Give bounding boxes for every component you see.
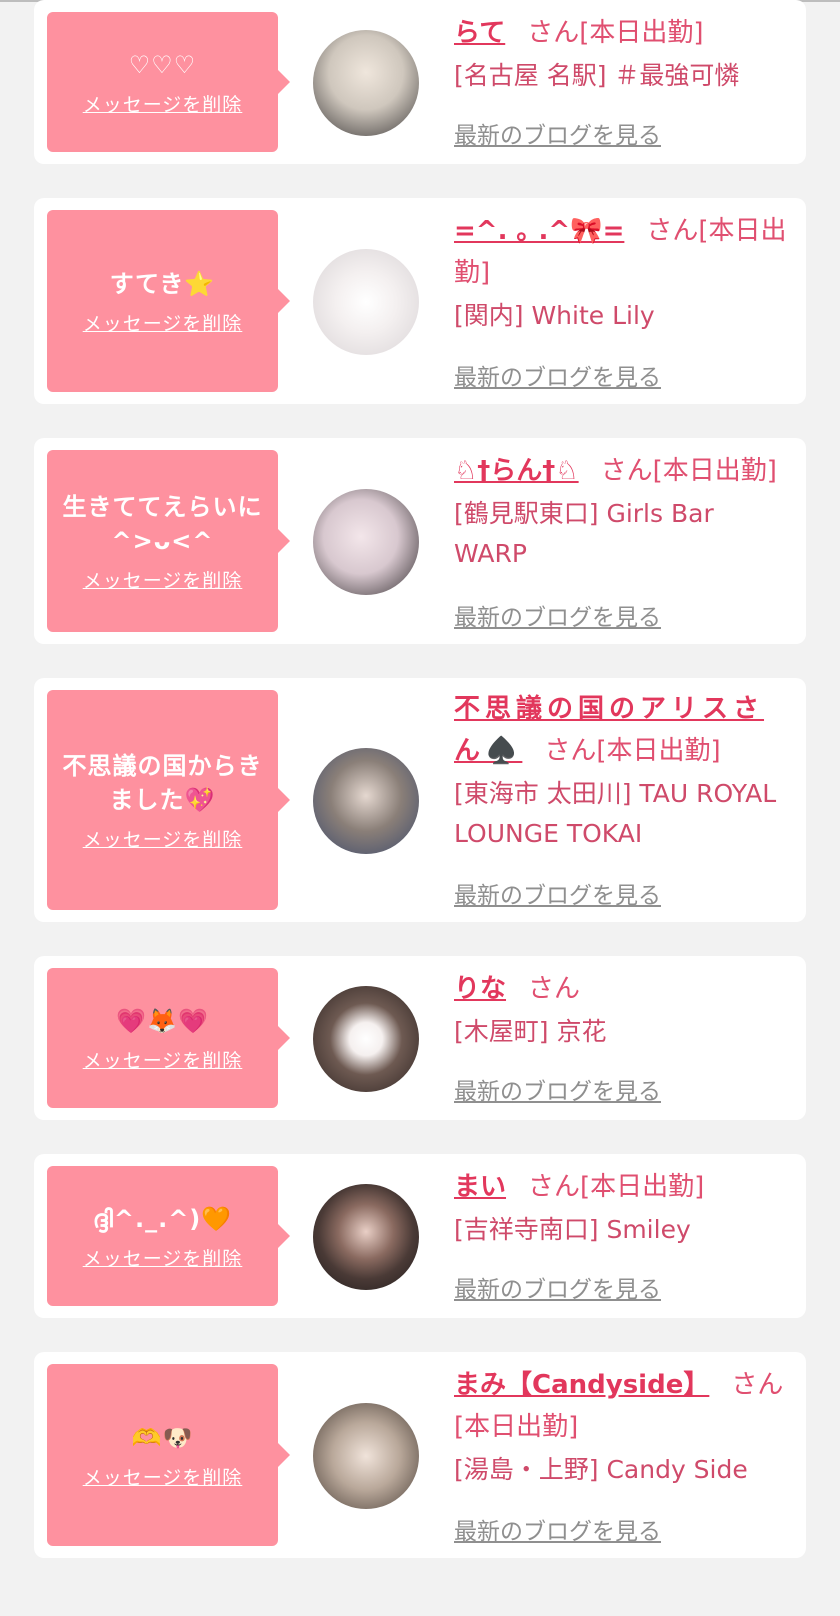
message-text: 🫶🐶 — [131, 1423, 194, 1452]
message-bubble: ദ്ദി^._.^)🧡 メッセージを削除 — [47, 1166, 290, 1306]
profile-info: まみ【Candyside】 さん [本日出勤] [湯島・上野] Candy Side — [454, 1364, 794, 1490]
message-bubble: 生きててえらいに^>ᴗ<^ メッセージを削除 — [47, 450, 290, 632]
profile-name-link[interactable]: まみ【Candyside】 — [454, 1370, 709, 1400]
avatar[interactable] — [313, 1403, 419, 1509]
status-text: [本日出勤] — [580, 1172, 705, 1202]
shop-text: [湯島・上野] Candy Side — [454, 1455, 748, 1484]
message-text: 不思議の国からきました💖 — [62, 751, 263, 814]
profile-name-link[interactable]: まい — [454, 1172, 506, 1202]
latest-blog-link[interactable]: 最新のブログを見る — [454, 1512, 661, 1546]
delete-message-link[interactable]: メッセージを削除 — [83, 566, 243, 593]
profile-info: らて さん[本日出勤] [名古屋 名駅] ＃最強可憐 — [454, 12, 794, 96]
profile-name-link[interactable]: りな — [454, 974, 506, 1004]
honorific: さん — [731, 1370, 784, 1400]
status-text: [本日出勤] — [454, 1412, 579, 1442]
avatar[interactable] — [313, 1184, 419, 1290]
message-card: 🫶🐶 メッセージを削除 まみ【Candyside】 さん [本日出勤] [湯島・上野… — [34, 1352, 806, 1558]
delete-message-link[interactable]: メッセージを削除 — [83, 1046, 243, 1073]
profile-info: まい さん[本日出勤] [吉祥寺南口] Smiley — [454, 1166, 794, 1250]
shop-text: [名古屋 名駅] ＃最強可憐 — [454, 61, 740, 90]
message-bubble: 💗🦊💗 メッセージを削除 — [47, 968, 290, 1108]
message-card: すてき⭐ メッセージを削除 =^. ｡ .^🎀= さん[本日出勤] [関内] Wh… — [34, 198, 806, 404]
status-text: [本日出勤] — [596, 736, 721, 766]
honorific: さん — [646, 216, 699, 246]
latest-blog-link[interactable]: 最新のブログを見る — [454, 598, 661, 632]
shop-text: [関内] White Lily — [454, 301, 655, 330]
delete-message-link[interactable]: メッセージを削除 — [83, 1244, 243, 1271]
avatar[interactable] — [313, 30, 419, 136]
avatar[interactable] — [313, 986, 419, 1092]
delete-message-link[interactable]: メッセージを削除 — [83, 309, 243, 336]
honorific: さん — [600, 456, 653, 486]
latest-blog-link[interactable]: 最新のブログを見る — [454, 358, 661, 392]
profile-info: =^. ｡ .^🎀= さん[本日出勤] [関内] White Lily — [454, 210, 794, 336]
message-bubble: 🫶🐶 メッセージを削除 — [47, 1364, 290, 1546]
latest-blog-link[interactable]: 最新のブログを見る — [454, 1072, 661, 1106]
honorific: さん — [527, 18, 580, 48]
message-card: 💗🦊💗 メッセージを削除 りな さん [木屋町] 京花 最新のブログを見る — [34, 956, 806, 1120]
latest-blog-link[interactable]: 最新のブログを見る — [454, 876, 661, 910]
profile-info: ♘†らん†♘ さん[本日出勤] [鶴見駅東口] Girls Bar WARP — [454, 450, 794, 574]
shop-text: [東海市 太田川] TAU ROYAL LOUNGE TOKAI — [454, 779, 777, 848]
message-card: 生きててえらいに^>ᴗ<^ メッセージを削除 ♘†らん†♘ さん[本日出勤] [鶴… — [34, 438, 806, 644]
message-text: ദ്ദി^._.^)🧡 — [92, 1204, 233, 1233]
shop-text: [吉祥寺南口] Smiley — [454, 1215, 691, 1244]
delete-message-link[interactable]: メッセージを削除 — [83, 825, 243, 852]
message-bubble: ♡♡♡ メッセージを削除 — [47, 12, 290, 152]
avatar[interactable] — [313, 748, 419, 854]
message-card: ദ്ദി^._.^)🧡 メッセージを削除 まい さん[本日出勤] [吉祥寺南口] … — [34, 1154, 806, 1318]
shop-text: [木屋町] 京花 — [454, 1017, 607, 1046]
latest-blog-link[interactable]: 最新のブログを見る — [454, 116, 661, 150]
message-text: 💗🦊💗 — [116, 1006, 209, 1035]
honorific: さん — [528, 1172, 581, 1202]
message-card: 不思議の国からきました💖 メッセージを削除 不思議の国のアリスさん♠️ さん[本日… — [34, 678, 806, 922]
avatar[interactable] — [313, 249, 419, 355]
message-text: 生きててえらいに^>ᴗ<^ — [62, 492, 263, 555]
shop-text: [鶴見駅東口] Girls Bar WARP — [454, 499, 714, 568]
message-bubble: すてき⭐ メッセージを削除 — [47, 210, 290, 392]
honorific: さん — [528, 974, 581, 1004]
delete-message-link[interactable]: メッセージを削除 — [83, 90, 243, 117]
latest-blog-link[interactable]: 最新のブログを見る — [454, 1270, 661, 1304]
profile-name-link[interactable]: ♘†らん†♘ — [454, 456, 579, 486]
avatar[interactable] — [313, 489, 419, 595]
profile-name-link[interactable]: らて — [454, 18, 505, 48]
profile-info: りな さん [木屋町] 京花 — [454, 968, 794, 1052]
message-bubble: 不思議の国からきました💖 メッセージを削除 — [47, 690, 290, 910]
status-text: [本日出勤] — [579, 18, 704, 48]
honorific: さん — [544, 736, 597, 766]
message-text: ♡♡♡ — [128, 50, 197, 79]
profile-name-link[interactable]: =^. ｡ .^🎀= — [454, 216, 624, 246]
message-text: すてき⭐ — [109, 269, 216, 298]
message-card: ♡♡♡ メッセージを削除 らて さん[本日出勤] [名古屋 名駅] ＃最強可憐 最… — [34, 0, 806, 164]
status-text: [本日出勤] — [652, 456, 777, 486]
delete-message-link[interactable]: メッセージを削除 — [83, 1463, 243, 1490]
profile-info: 不思議の国のアリスさん♠️ さん[本日出勤] [東海市 太田川] TAU ROYA… — [454, 688, 794, 854]
